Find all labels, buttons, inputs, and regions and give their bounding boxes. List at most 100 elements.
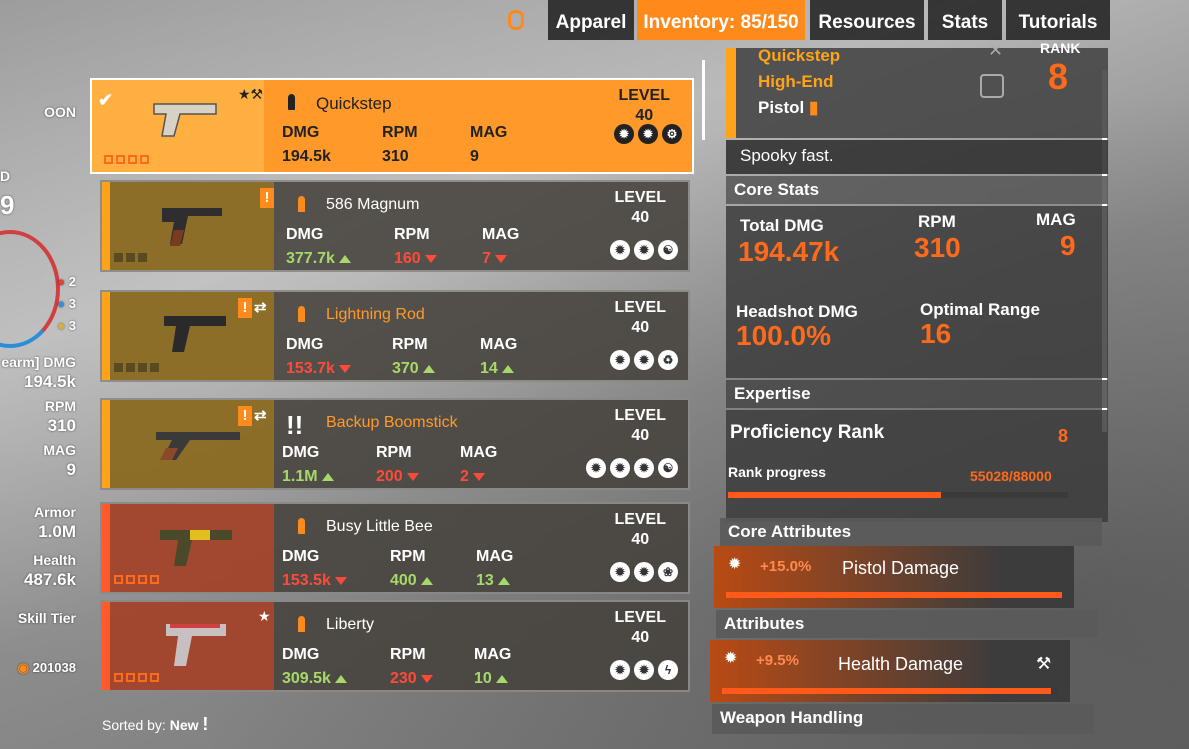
shd-level-ring: [0, 230, 60, 348]
tab-apparel[interactable]: Apparel: [548, 0, 634, 40]
offense-count-value: 2: [68, 274, 76, 289]
rank-progress-bar: [728, 492, 1068, 498]
rpm-value: 310: [914, 232, 961, 263]
weapon-card-liberty[interactable]: ★ Liberty LEVEL 40 DMG RPM MAG 309.5k 230…: [100, 600, 690, 692]
mag-label: MAG: [480, 336, 518, 353]
detail-weapon-name: Quickstep: [758, 46, 841, 65]
talent-icons: ✹ ✹ ⚙: [614, 124, 682, 144]
core-attr-value: +15.0%: [760, 558, 812, 575]
talent-icon: ✹: [586, 458, 606, 478]
mag-value: 9: [66, 460, 76, 479]
rank-label: RANK: [1040, 40, 1081, 56]
weapon-card-busy-little-bee[interactable]: Busy Little Bee LEVEL 40 DMG RPM MAG 153.…: [100, 502, 690, 594]
weapon-damage-icon: ✹: [728, 556, 742, 573]
tab-inventory[interactable]: Inventory: 85/150: [637, 0, 805, 40]
dmg-number: 1.1M: [282, 468, 318, 485]
weapon-card-lightning-rod[interactable]: ! ⇄ Lightning Rod LEVEL 40 DMG RPM MAG 15…: [100, 290, 690, 382]
ring-value: 9: [0, 190, 15, 220]
flavor-text-row: Spooky fast.: [726, 140, 1108, 174]
mag-label: MAG: [482, 226, 520, 243]
rpm-label: RPM: [390, 548, 426, 565]
talent-icons: ✹ ✹ ❀: [610, 562, 678, 582]
mod-slot: [104, 155, 113, 164]
weapon-detail-panel: Quickstep High-End Pistol ▮ ✕ RANK 8 Spo…: [710, 38, 1110, 749]
mag-value: 14: [480, 360, 514, 378]
new-badge-icon: !: [238, 298, 252, 318]
mod-slot: [126, 575, 135, 584]
dmg-number: 153.5k: [282, 572, 331, 589]
talent-icon: ☯: [658, 240, 678, 260]
sort-mark: !: [202, 714, 209, 734]
mod-slot: [150, 673, 159, 682]
health-label: Health: [33, 552, 76, 568]
level-value: 40: [631, 427, 650, 444]
talent-icon: ✹: [634, 660, 654, 680]
mag-label: MAG: [474, 646, 512, 663]
talent-icon: ✹: [610, 350, 630, 370]
pistol-icon: [166, 624, 226, 666]
rarity-strip: [102, 504, 110, 592]
rarity-strip: [102, 182, 110, 270]
rank-progress-text: 55028/88000: [970, 468, 1052, 484]
favorite-star-icon: ★: [258, 608, 271, 624]
mod-slot: [126, 253, 135, 262]
level-label: LEVEL: [614, 511, 666, 528]
mod-slot: [138, 575, 147, 584]
mod-slot: [150, 575, 159, 584]
mod-slots: [114, 673, 159, 682]
mag-label: MAG: [470, 124, 508, 141]
weapon-card-quickstep[interactable]: ✔ ★⚒ Quickstep LEVEL 40 DMG RPM MAG 194.5…: [90, 78, 694, 174]
level-label: LEVEL: [614, 609, 666, 626]
stat-down-icon: [420, 675, 433, 683]
tab-tutorials[interactable]: Tutorials: [1006, 0, 1110, 40]
mag-number: 14: [480, 360, 498, 377]
rpm-value: 310: [47, 416, 76, 435]
weapon-card-backup-boomstick[interactable]: ! ⇄ !! Backup Boomstick LEVEL 40 DMG RPM …: [100, 398, 690, 490]
dmg-value: 309.5k: [282, 670, 347, 688]
health-value: 487.6k: [24, 570, 76, 589]
stat-down-icon: [406, 473, 419, 481]
close-icon[interactable]: ✕: [988, 40, 1003, 61]
tab-stats[interactable]: Stats: [928, 0, 1002, 40]
mag-label: MAG: [1036, 210, 1076, 229]
headshot-value: 100.0%: [736, 320, 831, 351]
tab-resources[interactable]: Resources: [810, 0, 924, 40]
q-key-icon: [508, 10, 524, 30]
stat-down-icon: [424, 255, 437, 263]
list-scrollbar[interactable]: [702, 60, 705, 140]
level-label: LEVEL: [614, 407, 666, 424]
weapon-name: Lightning Rod: [326, 306, 425, 323]
mag-number: 7: [482, 250, 491, 267]
rpm-value: 310: [382, 148, 409, 165]
stat-up-icon: [334, 675, 347, 683]
defense-count-value: 3: [68, 296, 76, 311]
core-attr-bar: [726, 592, 1062, 598]
stat-up-icon: [338, 255, 351, 263]
talent-icon: ✹: [610, 660, 630, 680]
attr-fill: [722, 688, 1052, 694]
weapon-name: Backup Boomstick: [326, 414, 458, 431]
pistol-icon: [164, 316, 226, 352]
attr-bar: [722, 688, 1058, 694]
skill-tier-label: Skill Tier: [17, 610, 76, 626]
proficiency-rank: 8: [1058, 426, 1069, 446]
weapon-card-586-magnum[interactable]: ! 586 Magnum LEVEL 40 DMG RPM MAG 377.7k …: [100, 180, 690, 272]
detail-type-label: Pistol: [758, 98, 805, 117]
character-stats-panel: OON D 9 ● 2 ● 3 ● 3 earm] DMG 194.5k RPM…: [0, 90, 82, 690]
skill-icon: ●: [57, 318, 66, 333]
mag-value: 13: [476, 572, 510, 590]
flavor-text: Spooky fast.: [740, 146, 834, 165]
mag-label: MAG: [476, 548, 514, 565]
sort-indicator[interactable]: Sorted by: New !: [102, 714, 208, 735]
mag-number: 13: [476, 572, 494, 589]
core-stats-header: Core Stats: [726, 176, 1108, 204]
weapon-handling-header: Weapon Handling: [712, 704, 1094, 734]
compare-icon[interactable]: [980, 74, 1004, 98]
mod-slot: [114, 575, 123, 584]
stat-down-icon: [472, 473, 485, 481]
attr-value: +9.5%: [756, 652, 799, 669]
mod-slot: [126, 673, 135, 682]
shotgun-icon: [156, 432, 240, 460]
recalibrate-icon[interactable]: ⚒: [1036, 654, 1051, 674]
mod-slot: [126, 363, 135, 372]
